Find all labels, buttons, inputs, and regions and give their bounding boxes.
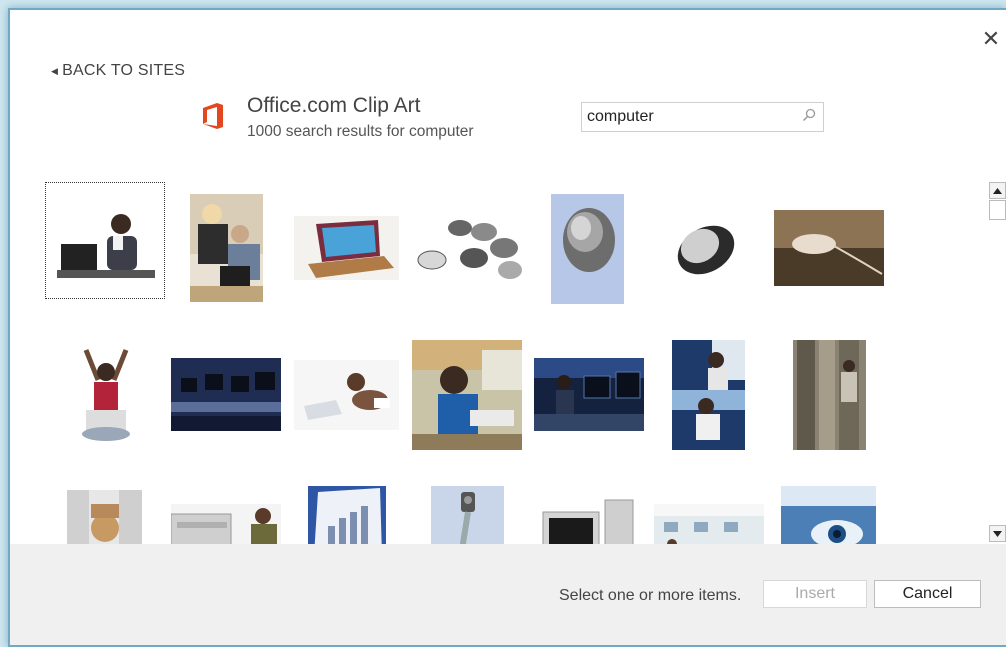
search-icon[interactable]: [802, 108, 816, 122]
arrow-up-icon: [993, 187, 1002, 194]
back-to-sites-label: BACK TO SITES: [62, 62, 186, 79]
clip-two-people-at-computer[interactable]: [190, 194, 263, 302]
clip-baby-crawling-laptop[interactable]: [294, 360, 399, 430]
page-title: Office.com Clip Art: [247, 94, 421, 117]
clip-man-at-server-rack[interactable]: [171, 504, 281, 544]
clip-art-dialog: ✕ ◀ BACK TO SITES Office.com Clip Art 10…: [8, 8, 1006, 647]
scrollbar-thumb[interactable]: [989, 200, 1006, 220]
clip-webcam[interactable]: [431, 486, 504, 544]
clip-library-computers[interactable]: [654, 504, 764, 544]
back-to-sites-link[interactable]: ◀ BACK TO SITES: [51, 62, 185, 80]
clip-woman-in-dark-office[interactable]: [534, 358, 644, 431]
clip-silver-mouse[interactable]: [670, 220, 743, 280]
clip-monitor-and-tower[interactable]: [541, 498, 636, 544]
clip-mouse-closeup[interactable]: [551, 194, 624, 304]
clip-red-laptop[interactable]: [294, 216, 399, 280]
insert-button[interactable]: Insert: [763, 580, 867, 608]
clip-bar-chart-screen[interactable]: [308, 486, 386, 544]
clip-two-women-at-desk[interactable]: [672, 340, 745, 450]
close-icon[interactable]: ✕: [980, 28, 1002, 50]
clip-cheering-girl-laptop[interactable]: [76, 342, 136, 447]
selected-item-frame: [45, 182, 165, 299]
clip-server-room-person[interactable]: [793, 340, 866, 450]
clip-girl-smiling-at-computer[interactable]: [412, 340, 522, 450]
clip-sepia-mouse[interactable]: [774, 210, 884, 286]
search-box: [581, 102, 824, 132]
clip-art-grid: [10, 170, 970, 544]
clip-eye-on-screen[interactable]: [781, 486, 876, 544]
scroll-down-button[interactable]: [989, 525, 1006, 542]
vertical-scrollbar[interactable]: [989, 182, 1006, 544]
result-count: 1000 search results for computer: [247, 123, 474, 140]
selection-hint: Select one or more items.: [559, 587, 742, 604]
cancel-button[interactable]: Cancel: [874, 580, 981, 608]
clip-computer-lab[interactable]: [171, 358, 281, 431]
clip-woman-with-servers[interactable]: [67, 490, 142, 544]
scroll-up-button[interactable]: [989, 182, 1006, 199]
office-logo-icon: [203, 103, 223, 129]
search-input[interactable]: [587, 107, 792, 127]
arrow-down-icon: [993, 530, 1002, 537]
chevron-left-icon: ◀: [51, 65, 59, 76]
clip-row-of-mice[interactable]: [414, 208, 522, 288]
